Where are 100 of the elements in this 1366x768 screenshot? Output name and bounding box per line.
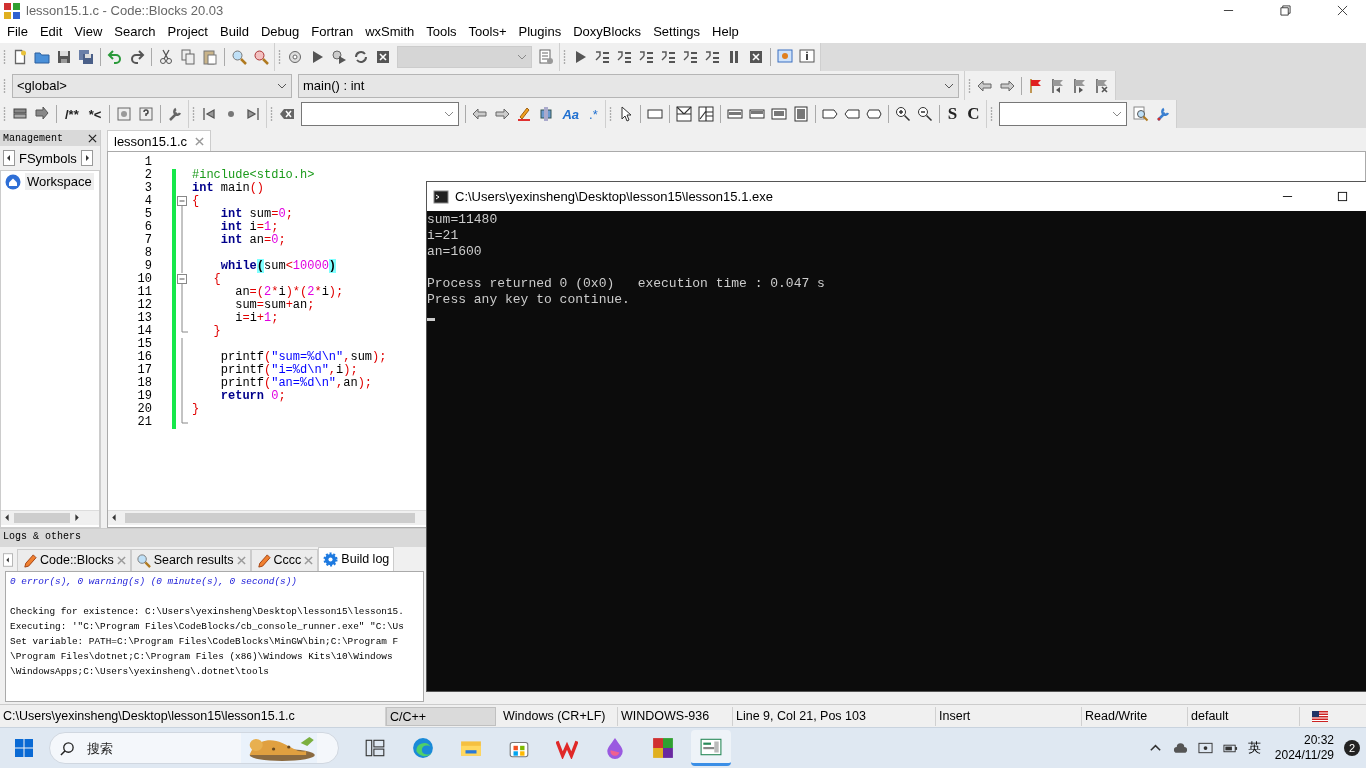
fold-icon[interactable] bbox=[176, 195, 188, 209]
scroll-right-icon[interactable] bbox=[80, 150, 93, 167]
search-icon[interactable] bbox=[231, 48, 247, 65]
bookmark-clear-icon[interactable] bbox=[1094, 77, 1110, 94]
dropdown[interactable] bbox=[999, 102, 1128, 127]
scope-dropdown[interactable]: <global> bbox=[12, 73, 292, 98]
next-icon[interactable] bbox=[245, 106, 262, 123]
replace-icon[interactable] bbox=[253, 48, 269, 65]
scroll-left-icon[interactable] bbox=[3, 150, 15, 167]
scroll-left-icon[interactable] bbox=[110, 513, 119, 523]
bar-frame-icon[interactable] bbox=[770, 106, 787, 123]
file-tab[interactable]: lesson15.1.c bbox=[107, 130, 211, 152]
toolbar-grip[interactable] bbox=[278, 48, 281, 65]
menu-item[interactable]: View bbox=[69, 24, 110, 40]
wrench-icon[interactable] bbox=[1155, 106, 1172, 123]
toolbar-grip[interactable] bbox=[3, 48, 6, 65]
tree-item[interactable]: Workspace bbox=[25, 173, 94, 191]
menu-item[interactable]: Tools+ bbox=[463, 24, 514, 40]
toolbar-grip[interactable] bbox=[968, 77, 971, 94]
info-icon[interactable] bbox=[799, 48, 815, 65]
wrench-icon[interactable] bbox=[167, 106, 184, 123]
clock[interactable]: 20:32 2024/11/29 bbox=[1274, 733, 1334, 764]
maximize-icon[interactable] bbox=[1337, 191, 1348, 202]
window-split-icon[interactable] bbox=[675, 106, 692, 123]
highlight-pen-icon[interactable] bbox=[516, 106, 533, 123]
toolbar-button[interactable]: S bbox=[945, 104, 960, 125]
pipe-icon[interactable] bbox=[538, 106, 555, 123]
bar-full-icon[interactable] bbox=[792, 106, 809, 123]
step-icon[interactable] bbox=[638, 48, 654, 65]
menu-item[interactable]: Help bbox=[707, 24, 746, 40]
search-field[interactable]: 搜索 bbox=[85, 739, 239, 757]
previous-icon[interactable] bbox=[201, 106, 218, 123]
menu-item[interactable]: wxSmith bbox=[360, 24, 422, 40]
horizontal-scrollbar[interactable] bbox=[108, 509, 426, 525]
panel-tab[interactable]: FSymbols bbox=[19, 150, 77, 166]
toolbar-grip[interactable] bbox=[270, 106, 274, 123]
help-box-icon[interactable] bbox=[138, 106, 155, 123]
menu-item[interactable]: Settings bbox=[648, 24, 708, 40]
scissors-icon[interactable] bbox=[158, 48, 174, 65]
document-icon[interactable] bbox=[538, 48, 554, 65]
refresh-icon[interactable] bbox=[353, 48, 369, 65]
scope-dropdown[interactable]: main() : int bbox=[298, 73, 959, 98]
input-method-indicator[interactable]: 英 bbox=[1247, 739, 1261, 758]
menu-item[interactable]: Fortran bbox=[306, 24, 361, 40]
toolbar-grip[interactable] bbox=[3, 77, 6, 94]
menu-item[interactable]: Search bbox=[109, 24, 163, 40]
toolbar-button[interactable]: /** bbox=[63, 106, 81, 122]
toolbar-button[interactable]: *< bbox=[86, 106, 104, 122]
bookmark-previous-icon[interactable] bbox=[1050, 77, 1066, 94]
scroll-left-icon[interactable] bbox=[3, 551, 13, 568]
close-icon[interactable] bbox=[1337, 5, 1348, 17]
log-tab[interactable]: Search results bbox=[130, 548, 251, 571]
taskbar-search-box[interactable]: 搜索 bbox=[49, 732, 339, 765]
step-icon[interactable] bbox=[616, 48, 632, 65]
redo-icon[interactable] bbox=[129, 48, 145, 65]
monitor-icon[interactable] bbox=[1197, 741, 1213, 756]
log-tab[interactable]: Build log bbox=[318, 546, 395, 571]
step-icon[interactable] bbox=[594, 48, 610, 65]
menu-item[interactable]: Project bbox=[162, 24, 215, 40]
menu-item[interactable]: Debug bbox=[255, 24, 307, 40]
bookmark-next-icon[interactable] bbox=[1072, 77, 1088, 94]
stop-icon[interactable] bbox=[375, 48, 391, 65]
gear-icon[interactable] bbox=[287, 48, 303, 65]
step-icon[interactable] bbox=[704, 48, 720, 65]
cloud-icon[interactable] bbox=[1172, 741, 1188, 756]
stop-icon[interactable] bbox=[748, 48, 764, 65]
log-tab[interactable]: Cccc bbox=[250, 548, 319, 571]
log-tab[interactable]: Code::Blocks bbox=[17, 548, 131, 571]
clipboard-icon[interactable] bbox=[202, 48, 218, 65]
toolbar-grip[interactable] bbox=[3, 106, 6, 123]
search-icon[interactable] bbox=[1133, 106, 1150, 123]
fold-icon[interactable] bbox=[176, 273, 188, 287]
scroll-left-icon[interactable] bbox=[3, 513, 12, 523]
gear-play-icon[interactable] bbox=[331, 48, 347, 65]
step-icon[interactable] bbox=[660, 48, 676, 65]
undo-icon[interactable] bbox=[107, 48, 123, 65]
save-icon[interactable] bbox=[56, 48, 72, 65]
taskbar-button[interactable] bbox=[691, 730, 731, 767]
zoom-out-icon[interactable] bbox=[916, 106, 933, 123]
zoom-in-icon[interactable] bbox=[894, 106, 911, 123]
menu-item[interactable]: Edit bbox=[34, 24, 70, 40]
menu-item[interactable]: File bbox=[2, 24, 35, 40]
restore-icon[interactable] bbox=[1280, 5, 1291, 17]
start-icon[interactable] bbox=[15, 739, 33, 758]
save-all-icon[interactable] bbox=[78, 48, 94, 65]
scroll-right-icon[interactable] bbox=[72, 513, 81, 523]
new-file-icon[interactable] bbox=[12, 48, 28, 65]
horizontal-scrollbar[interactable] bbox=[1, 509, 99, 525]
toolbar-grip[interactable] bbox=[608, 106, 612, 123]
menu-item[interactable]: Build bbox=[215, 24, 256, 40]
toolbar-grip[interactable] bbox=[990, 106, 994, 123]
toolbar-button[interactable]: C bbox=[965, 104, 982, 125]
menu-item[interactable]: Plugins bbox=[513, 24, 569, 40]
toolbar-grip[interactable] bbox=[192, 106, 196, 123]
copy-icon[interactable] bbox=[180, 48, 196, 65]
toolbar-grip[interactable] bbox=[563, 48, 566, 65]
bug-window-icon[interactable] bbox=[777, 48, 793, 65]
menu-item[interactable]: Tools bbox=[421, 24, 464, 40]
window-grid-icon[interactable] bbox=[697, 106, 714, 123]
step-icon[interactable] bbox=[682, 48, 698, 65]
